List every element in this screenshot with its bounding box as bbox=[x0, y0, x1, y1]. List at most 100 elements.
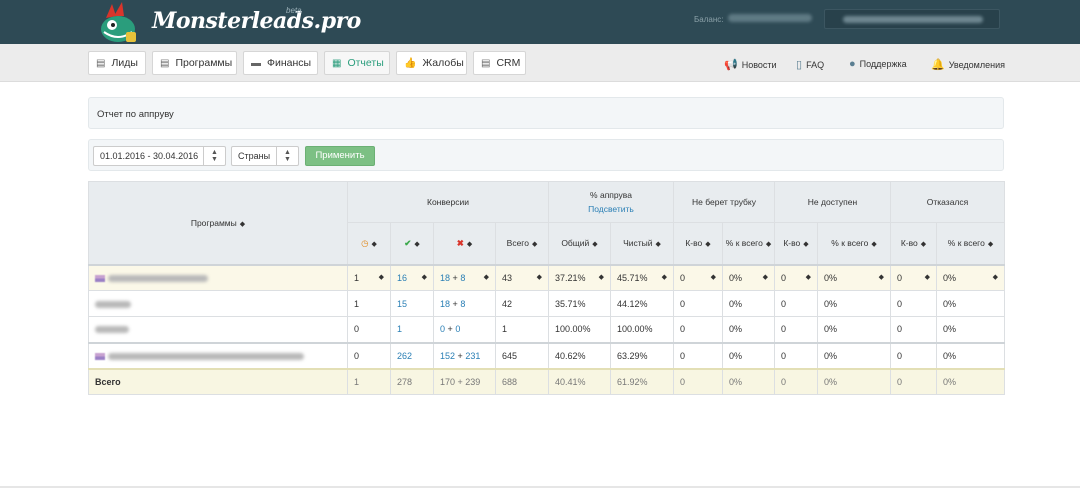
tab-leads[interactable]: ▤ Лиды bbox=[88, 51, 146, 75]
pending-value: 0 bbox=[354, 350, 360, 361]
sort-icon[interactable]: ◆ bbox=[662, 273, 667, 281]
sort-icon[interactable]: ◆ bbox=[656, 241, 661, 248]
table-row[interactable]: 1 ◆ 16 ◆ 18 + 8 ◆ 43 ◆ 37.21% ◆ 45.71% ◆ 0 ◆ 0% ◆ 0 ◆ 0% ◆ 0… bbox=[88, 263, 1006, 291]
spinner-icon[interactable]: ▲ ▼ bbox=[203, 147, 225, 165]
program-name-cell[interactable] bbox=[88, 316, 348, 343]
total-value: 645 bbox=[502, 350, 518, 361]
top-header: Monsterleads.pro beta Баланс: bbox=[0, 0, 1080, 44]
user-email-redacted bbox=[843, 16, 983, 23]
approved-cell[interactable]: 15 bbox=[390, 290, 434, 317]
program-name-cell[interactable] bbox=[88, 290, 348, 317]
sort-icon[interactable]: ◆ bbox=[379, 273, 384, 281]
support-link[interactable]: ● Поддержка bbox=[849, 58, 907, 70]
rf-count-header[interactable]: К-во ◆ bbox=[890, 222, 937, 265]
approved-value[interactable]: 16 bbox=[397, 273, 407, 283]
approved-value[interactable]: 262 bbox=[397, 351, 412, 361]
sort-icon[interactable]: ◆ bbox=[806, 273, 811, 281]
program-name-cell[interactable] bbox=[88, 341, 348, 369]
rejected-a-value[interactable]: 18 bbox=[440, 299, 450, 309]
un-count-header[interactable]: К-во ◆ bbox=[774, 222, 818, 265]
sort-icon[interactable]: ◆ bbox=[240, 221, 245, 228]
spinner-icon[interactable]: ▲ ▼ bbox=[276, 147, 298, 165]
approved-value[interactable]: 15 bbox=[397, 299, 407, 309]
sort-icon[interactable]: ◆ bbox=[879, 273, 884, 281]
sort-icon[interactable]: ◆ bbox=[467, 241, 472, 248]
general-header[interactable]: Общий ◆ bbox=[548, 222, 611, 265]
rejected-cell[interactable]: 152 + 231 bbox=[433, 341, 496, 369]
apply-button[interactable]: Применить bbox=[305, 146, 375, 166]
programs-header[interactable]: Программы ◆ bbox=[88, 181, 348, 265]
sort-icon[interactable]: ◆ bbox=[599, 273, 604, 281]
rejected-b-value[interactable]: 0 bbox=[455, 324, 460, 334]
sort-icon[interactable]: ◆ bbox=[592, 241, 597, 248]
briefcase-icon: ▬ bbox=[251, 57, 261, 69]
rejected-cell[interactable]: 18 + 8 bbox=[433, 290, 496, 317]
sort-icon[interactable]: ◆ bbox=[993, 273, 998, 281]
approved-cell[interactable]: 262 bbox=[390, 341, 434, 369]
general-value: 35.71% bbox=[555, 298, 586, 309]
approved-header[interactable]: ✔ ◆ bbox=[390, 222, 434, 265]
rejected-cell[interactable]: 18 + 8 ◆ bbox=[433, 263, 496, 291]
sort-icon[interactable]: ◆ bbox=[988, 241, 993, 248]
rejected-header[interactable]: ✖ ◆ bbox=[433, 222, 496, 265]
date-range-select[interactable]: 01.01.2016 - 30.04.2016 ▲ ▼ bbox=[93, 146, 226, 166]
notifications-link[interactable]: 🔔 Уведомления bbox=[931, 58, 1005, 71]
sort-icon[interactable]: ◆ bbox=[372, 241, 377, 248]
un-pct-value: 0% bbox=[824, 350, 838, 361]
rejected-a-value[interactable]: 152 bbox=[440, 351, 455, 361]
total-header[interactable]: Всего ◆ bbox=[495, 222, 549, 265]
faq-link[interactable]: ▯ FAQ bbox=[796, 58, 824, 71]
sort-icon[interactable]: ◆ bbox=[422, 273, 427, 281]
sort-icon[interactable]: ◆ bbox=[711, 273, 716, 281]
approved-value[interactable]: 1 bbox=[397, 324, 402, 334]
rf-count-value: 0 bbox=[897, 350, 903, 361]
rejected-a-value[interactable]: 18 bbox=[440, 273, 450, 283]
rejected-b-value[interactable]: 231 bbox=[465, 351, 480, 361]
table-row[interactable]: 0 262 152 + 231 645 40.62% 63.29% 0 0% 0 0% 0 0% bbox=[88, 341, 1006, 369]
rejected-b-value[interactable]: 8 bbox=[460, 299, 465, 309]
sort-icon[interactable]: ◆ bbox=[537, 273, 542, 281]
tab-complaints[interactable]: 👍 Жалобы bbox=[396, 51, 467, 75]
tab-programs[interactable]: ▤ Программы bbox=[152, 51, 237, 75]
total-cell: 43 ◆ bbox=[495, 263, 549, 291]
monster-logo-icon[interactable] bbox=[92, 2, 142, 44]
pending-header[interactable]: ◷ ◆ bbox=[347, 222, 391, 265]
rejected-b-value[interactable]: 8 bbox=[460, 273, 465, 283]
pct-header-label: % к всего bbox=[725, 238, 763, 249]
user-account-box[interactable] bbox=[824, 9, 1000, 29]
tab-finance[interactable]: ▬ Финансы bbox=[243, 51, 318, 75]
clean-value: 63.29% bbox=[617, 350, 648, 361]
general-cell: 40.62% bbox=[548, 341, 611, 369]
news-link[interactable]: 📢 Новости bbox=[724, 58, 777, 71]
un-pct-header[interactable]: % к всего ◆ bbox=[817, 222, 891, 265]
sort-icon[interactable]: ◆ bbox=[921, 241, 926, 248]
rf-pct-header[interactable]: % к всего ◆ bbox=[935, 222, 1006, 265]
highlight-link[interactable]: Подсветить bbox=[549, 204, 673, 214]
sort-icon[interactable]: ◆ bbox=[803, 241, 808, 248]
sort-icon[interactable]: ◆ bbox=[763, 273, 768, 281]
table-row[interactable]: 1 15 18 + 8 42 35.71% 44.12% 0 0% 0 0% 0 0% bbox=[88, 290, 1006, 317]
un-count-cell: 0 ◆ bbox=[774, 263, 818, 291]
tab-crm[interactable]: ▤ CRM bbox=[473, 51, 526, 75]
sort-icon[interactable]: ◆ bbox=[705, 241, 710, 248]
rejected-cell[interactable]: 0 + 0 bbox=[433, 316, 496, 343]
pending-cell: 0 bbox=[347, 316, 391, 343]
countries-select[interactable]: Страны ▲ ▼ bbox=[231, 146, 299, 166]
table-row[interactable]: 0 1 0 + 0 1 100.00% 100.00% 0 0% 0 0% 0 0% bbox=[88, 316, 1006, 343]
clean-header[interactable]: Чистый ◆ bbox=[610, 222, 674, 265]
un-count-value: 0 bbox=[781, 350, 787, 361]
sort-icon[interactable]: ◆ bbox=[871, 241, 876, 248]
approved-cell[interactable]: 1 bbox=[390, 316, 434, 343]
sort-icon[interactable]: ◆ bbox=[766, 241, 771, 248]
sort-icon[interactable]: ◆ bbox=[532, 241, 537, 248]
na-pct-header[interactable]: % к всего ◆ bbox=[722, 222, 775, 265]
rejected-a-value[interactable]: 0 bbox=[440, 324, 445, 334]
na-count-header[interactable]: К-во ◆ bbox=[673, 222, 723, 265]
sort-icon[interactable]: ◆ bbox=[484, 273, 489, 281]
tab-reports[interactable]: ▦ Отчеты bbox=[324, 51, 390, 75]
sort-icon[interactable]: ◆ bbox=[414, 241, 419, 248]
program-name-cell[interactable] bbox=[88, 263, 348, 291]
sort-icon[interactable]: ◆ bbox=[925, 273, 930, 281]
approved-cell[interactable]: 16 ◆ bbox=[390, 263, 434, 291]
logo-text[interactable]: Monsterleads.pro bbox=[152, 8, 361, 34]
